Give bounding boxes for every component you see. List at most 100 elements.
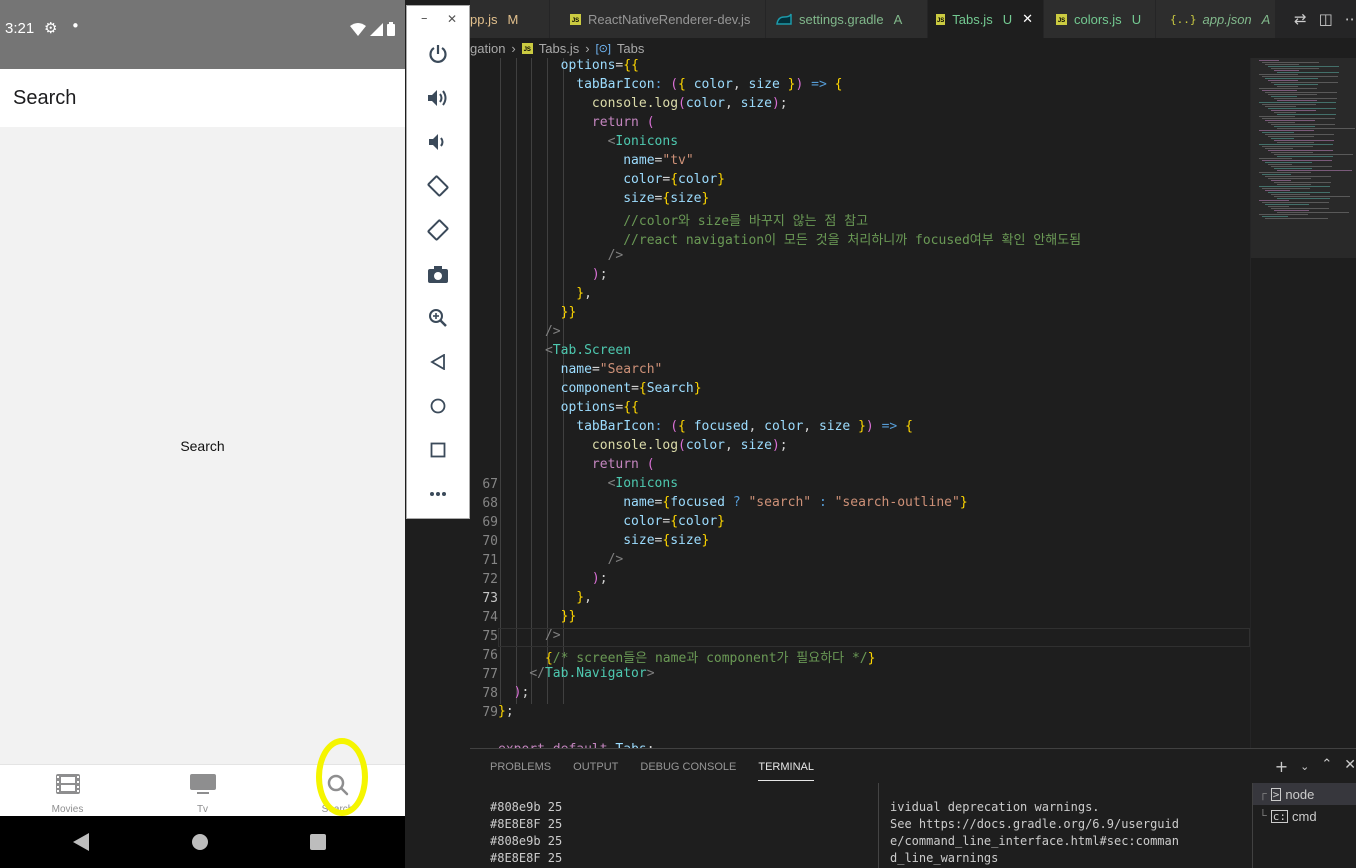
minimap-line	[1259, 60, 1279, 61]
minimap-line	[1271, 68, 1319, 69]
close-tab-icon[interactable]: ✕	[1022, 11, 1033, 27]
code-line: <Ionicons	[607, 134, 679, 149]
panel-tab-terminal[interactable]: TERMINAL	[758, 761, 814, 781]
code-line: return (	[591, 457, 655, 472]
split-editor-icon[interactable]: ◫	[1319, 10, 1333, 28]
minimap-line	[1262, 62, 1319, 63]
tab-app-js[interactable]: pp.js M	[470, 0, 550, 38]
more-button[interactable]	[426, 482, 450, 506]
editor-actions: ⇄ ◫ ⋯	[1284, 0, 1356, 38]
terminal-output-right[interactable]: ividual deprecation warnings. See https:/…	[890, 799, 1230, 867]
tab-tabs-js[interactable]: JS Tabs.js U ✕	[928, 0, 1044, 38]
minimap-line	[1265, 64, 1299, 65]
panel-tab-problems[interactable]: PROBLEMS	[490, 761, 551, 781]
volume-down-button[interactable]	[426, 130, 450, 154]
tab-colors-js[interactable]: JS colors.js U	[1044, 0, 1156, 38]
panel-tab-output[interactable]: OUTPUT	[573, 761, 618, 781]
minimap-line	[1259, 130, 1314, 131]
chevron-down-icon[interactable]: ⌄	[1300, 757, 1309, 776]
close-button[interactable]: ✕	[447, 12, 457, 26]
minimap-line	[1268, 164, 1292, 165]
compare-changes-icon[interactable]: ⇄	[1294, 10, 1307, 28]
back-icon[interactable]	[73, 833, 89, 851]
minimap-line	[1265, 134, 1334, 135]
status-icons	[350, 22, 395, 36]
tab-reactnativerenderer[interactable]: JS ReactNativeRenderer-dev.js	[550, 0, 766, 38]
more-actions-icon[interactable]: ⋯	[1345, 10, 1356, 28]
minimap-line	[1265, 78, 1318, 79]
code-line: name="tv"	[623, 153, 694, 168]
minimap[interactable]	[1250, 58, 1356, 748]
code-line: }}	[560, 609, 577, 624]
close-panel-icon[interactable]: ✕	[1344, 757, 1356, 776]
power-icon	[429, 45, 447, 63]
new-terminal-icon[interactable]: +	[1275, 757, 1288, 776]
minimap-line	[1265, 162, 1312, 163]
minimize-button[interactable]: –	[421, 11, 428, 26]
breadcrumb-symbol[interactable]: Tabs	[617, 41, 644, 56]
breadcrumb-file[interactable]: Tabs.js	[539, 41, 579, 56]
minimap-line	[1265, 190, 1290, 191]
rotate-left-icon	[427, 175, 449, 197]
terminal-output-left[interactable]: #808e9b 25 #8E8E8F 25 #808e9b 25 #8E8E8F 25	[490, 799, 870, 867]
volume-up-icon	[428, 90, 447, 106]
home-button[interactable]	[426, 394, 450, 418]
minimap-line	[1268, 122, 1295, 123]
minimap-line	[1277, 142, 1314, 143]
minimap-line	[1271, 180, 1291, 181]
minimap-line	[1277, 86, 1298, 87]
emulator-toolbar: – ✕	[406, 5, 470, 519]
minimap-line	[1259, 200, 1289, 201]
minimap-line	[1262, 146, 1313, 147]
back-button[interactable]	[426, 350, 450, 374]
minimap-line	[1259, 172, 1311, 173]
overview-icon[interactable]	[310, 834, 326, 850]
tab-tv[interactable]: Tv	[135, 765, 270, 816]
tv-icon	[189, 774, 216, 794]
terminal-item-node[interactable]: ┌ > node	[1253, 783, 1356, 805]
tab-settings-gradle[interactable]: settings.gradle A	[766, 0, 928, 38]
volume-up-button[interactable]	[426, 86, 450, 110]
minimap-line	[1274, 154, 1353, 155]
code-line: />	[544, 324, 561, 339]
panel-tab-debug-console[interactable]: DEBUG CONSOLE	[640, 761, 736, 781]
minimap-line	[1268, 206, 1289, 207]
maximize-panel-icon[interactable]: ⌃	[1321, 757, 1332, 776]
terminal-item-cmd[interactable]: └ c: cmd	[1253, 805, 1356, 827]
terminal-line: See https://docs.gradle.org/6.9/userguid	[890, 817, 1179, 831]
status-bar: 3:21 ⚙ •	[0, 0, 405, 69]
minimap-line	[1259, 102, 1336, 103]
zoom-button[interactable]	[426, 306, 450, 330]
screen-text: Search	[180, 438, 225, 454]
tree-connector: ┌	[1259, 788, 1267, 800]
tab-app-json[interactable]: {..} app.json A	[1156, 0, 1276, 38]
code-line: );	[513, 685, 530, 700]
breadcrumb-folder[interactable]: gation	[470, 41, 505, 56]
rotate-left-button[interactable]	[426, 174, 450, 198]
home-icon[interactable]	[192, 834, 208, 850]
tab-movies[interactable]: Movies	[0, 765, 135, 816]
bottom-panel: PROBLEMS OUTPUT DEBUG CONSOLE TERMINAL + ⌄ …	[470, 748, 1356, 868]
minimap-line	[1265, 106, 1296, 107]
screenshot-button[interactable]	[426, 262, 450, 286]
minimap-line	[1277, 72, 1339, 73]
minimap-line	[1277, 184, 1311, 185]
minimap-line	[1262, 90, 1297, 91]
terminal-name: cmd	[1292, 808, 1317, 824]
minimap-line	[1262, 216, 1288, 217]
git-status: U	[1131, 11, 1142, 27]
minimap-line	[1274, 84, 1318, 85]
code-line: console.log(color, size);	[591, 96, 788, 111]
minimap-line	[1262, 188, 1310, 189]
terminal-split-divider[interactable]	[878, 783, 879, 868]
code-line: //react navigation이 모든 것을 처리하니까 focused여…	[623, 233, 1082, 248]
overview-button[interactable]	[426, 438, 450, 462]
battery-icon	[387, 22, 395, 36]
minimap-line	[1262, 174, 1291, 175]
page-title: Search	[13, 87, 77, 109]
rotate-right-button[interactable]	[426, 218, 450, 242]
power-button[interactable]	[426, 42, 450, 66]
rotate-right-icon	[427, 219, 449, 241]
minimap-line	[1271, 138, 1294, 139]
tab-label-movies: Movies	[51, 804, 84, 815]
